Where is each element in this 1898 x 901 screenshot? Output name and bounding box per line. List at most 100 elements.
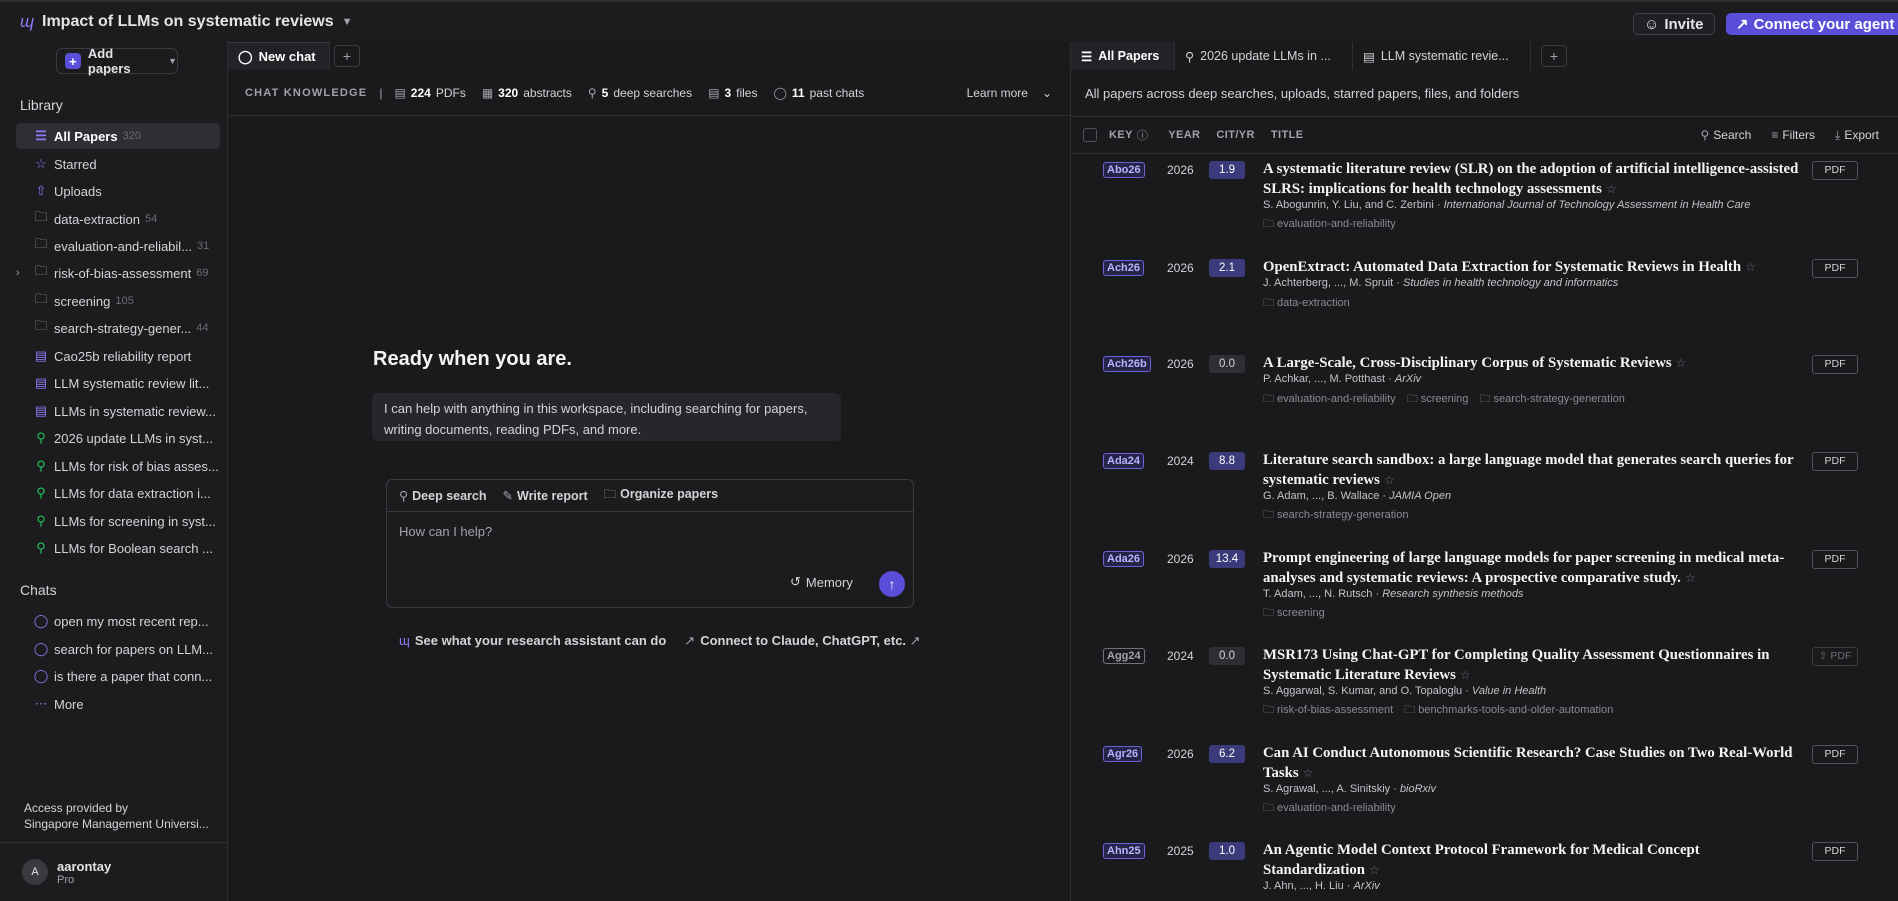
search-papers-button[interactable]: ⚲ Search (1700, 128, 1751, 143)
connect-assistants-link[interactable]: ↗ Connect to Claude, ChatGPT, etc. ↗ (684, 633, 925, 649)
sidebar-folder-risk-of-bias[interactable]: › 🗀 risk-of-bias-assessment 69 (16, 260, 220, 286)
chevron-right-icon[interactable]: › (16, 267, 20, 279)
capabilities-link[interactable]: ɰ See what your research assistant can do (399, 633, 666, 649)
sidebar-more[interactable]: ⋯ More (16, 691, 220, 717)
star-icon[interactable]: ☆ (1369, 863, 1380, 877)
export-button[interactable]: ⤓ Export (1835, 128, 1879, 143)
pdf-button[interactable]: PDF (1812, 259, 1858, 278)
pdf-button[interactable]: PDF (1812, 355, 1858, 374)
folder-tag[interactable]: 🗀 evaluation-and-reliability (1263, 802, 1396, 814)
sidebar-file-cao25b[interactable]: ▤ Cao25b reliability report (16, 343, 220, 369)
sidebar-search-risk-of-bias[interactable]: ⚲ LLMs for risk of bias asses... (16, 453, 220, 479)
pdf-button[interactable]: PDF (1812, 161, 1858, 180)
stat-pdfs[interactable]: ▤ 224 PDFs (394, 86, 465, 100)
pdf-button[interactable]: PDF (1812, 452, 1858, 471)
workspace-title[interactable]: Impact of LLMs on systematic reviews (42, 13, 334, 31)
connect-agent-button[interactable]: ↗ Connect your agent (1726, 13, 1898, 35)
sidebar-chat-item[interactable]: ◯ open my most recent rep... (16, 608, 220, 634)
filters-button[interactable]: ≡ Filters (1771, 128, 1815, 143)
star-icon[interactable]: ☆ (1303, 766, 1314, 780)
column-year[interactable]: YEAR (1168, 129, 1200, 141)
sidebar-file-llms-in-review[interactable]: ▤ LLMs in systematic review... (16, 398, 220, 424)
citation-key[interactable]: Ach26 (1103, 260, 1145, 276)
star-icon[interactable]: ☆ (1676, 356, 1687, 370)
sidebar-chat-item[interactable]: ◯ search for papers on LLM... (16, 636, 220, 662)
paper-title[interactable]: A systematic literature review (SLR) on … (1263, 159, 1808, 199)
citation-key[interactable]: Ada26 (1103, 551, 1145, 567)
invite-button[interactable]: ☺ Invite (1633, 13, 1715, 35)
column-cit-yr[interactable]: CIT/YR (1216, 129, 1254, 141)
sidebar-item-starred[interactable]: ☆ Starred (16, 151, 220, 177)
pdf-button[interactable]: PDF (1812, 550, 1858, 569)
folder-tag[interactable]: 🗀 evaluation-and-reliability (1263, 218, 1396, 230)
citation-key[interactable]: Ahn25 (1103, 843, 1145, 859)
memory-button[interactable]: ↺ Memory (790, 574, 853, 590)
paper-title[interactable]: OpenExtract: Automated Data Extraction f… (1263, 257, 1808, 277)
folder-tag[interactable]: 🗀 search-strategy-generation (1263, 509, 1408, 521)
tab-llm-systematic-review[interactable]: ▤ LLM systematic revie... (1353, 42, 1531, 70)
folder-tag[interactable]: 🗀 screening (1407, 393, 1469, 405)
learn-more-link[interactable]: Learn more ⌄ (967, 86, 1052, 100)
star-icon[interactable]: ☆ (1685, 571, 1696, 585)
column-key[interactable]: KEY (1109, 129, 1133, 141)
paper-title[interactable]: Literature search sandbox: a large langu… (1263, 450, 1808, 490)
star-icon[interactable]: ☆ (1460, 668, 1471, 682)
paper-title[interactable]: Prompt engineering of large language mod… (1263, 548, 1808, 588)
sidebar-chat-item[interactable]: ◯ is there a paper that conn... (16, 663, 220, 689)
sidebar-search-data-extraction[interactable]: ⚲ LLMs for data extraction i... (16, 480, 220, 506)
tab-all-papers[interactable]: ☰ All Papers (1071, 42, 1175, 70)
sidebar-folder-search-strategy[interactable]: 🗀 search-strategy-gener... 44 (16, 315, 220, 341)
write-report-button[interactable]: ✎ Write report (503, 488, 588, 503)
folder-tag[interactable]: 🗀 data-extraction (1263, 297, 1350, 309)
stat-abstracts[interactable]: ▦ 320 abstracts (482, 86, 572, 100)
new-tab-button[interactable]: + (1541, 45, 1567, 67)
citation-key[interactable]: Agr26 (1103, 746, 1143, 762)
new-tab-button[interactable]: + (334, 45, 360, 67)
chat-input[interactable]: How can I help? (399, 524, 492, 539)
star-icon[interactable]: ☆ (1745, 260, 1756, 274)
paper-title[interactable]: An Agentic Model Context Protocol Framew… (1263, 840, 1808, 880)
paper-title[interactable]: MSR173 Using Chat-GPT for Completing Qua… (1263, 645, 1808, 685)
folder-tag[interactable]: 🗀 evaluation-and-reliability (1263, 393, 1396, 405)
sidebar-search-2026-update[interactable]: ⚲ 2026 update LLMs in syst... (16, 425, 220, 451)
tab-2026-update[interactable]: ⚲ 2026 update LLMs in ... (1175, 42, 1353, 70)
folder-tag[interactable]: 🗀 risk-of-bias-assessment (1263, 704, 1393, 716)
organize-papers-button[interactable]: 🗀 Organize papers (604, 485, 718, 506)
paper-title[interactable]: A Large-Scale, Cross-Disciplinary Corpus… (1263, 353, 1808, 373)
sidebar-folder-evaluation[interactable]: 🗀 evaluation-and-reliabil... 31 (16, 233, 220, 259)
folder-tag[interactable]: 🗀 screening (1263, 607, 1325, 619)
chevron-down-icon[interactable]: ▼ (342, 16, 353, 28)
pdf-button[interactable]: PDF (1812, 745, 1858, 764)
star-icon[interactable]: ☆ (1606, 182, 1617, 196)
citation-key[interactable]: Agg24 (1103, 648, 1145, 664)
paper-title[interactable]: Can AI Conduct Autonomous Scientific Res… (1263, 743, 1808, 783)
sidebar-folder-screening[interactable]: 🗀 screening 105 (16, 288, 220, 314)
stat-deep-searches[interactable]: ⚲ 5 deep searches (588, 86, 692, 100)
tab-new-chat[interactable]: ◯ New chat (228, 42, 330, 70)
folder-tag[interactable]: 🗀 search-strategy-generation (1479, 393, 1624, 405)
sidebar-search-screening[interactable]: ⚲ LLMs for screening in syst... (16, 508, 220, 534)
chevron-down-icon: ▼ (168, 56, 177, 66)
select-all-checkbox[interactable] (1083, 128, 1097, 142)
folder-tag[interactable]: 🗀 benchmarks-tools-and-older-automation (1404, 704, 1613, 716)
sidebar-item-uploads[interactable]: ⇧ Uploads (16, 178, 220, 204)
add-papers-button[interactable]: + Add papers ▼ (56, 46, 178, 76)
pdf-button[interactable]: ⇧ PDF (1812, 647, 1858, 666)
citation-key[interactable]: Abo26 (1103, 162, 1145, 178)
stat-files[interactable]: ▤ 3 files (708, 86, 757, 100)
citation-key[interactable]: Ada24 (1103, 453, 1145, 469)
sidebar-folder-data-extraction[interactable]: 🗀 data-extraction 54 (16, 206, 220, 232)
user-menu[interactable]: A aarontay Pro (0, 842, 228, 901)
pdf-button[interactable]: PDF (1812, 842, 1858, 861)
folder-icon: 🗀 (34, 263, 48, 278)
send-button[interactable]: ↑ (879, 571, 905, 597)
deep-search-button[interactable]: ⚲ Deep search (399, 488, 487, 503)
user-plan: Pro (57, 873, 75, 886)
sidebar-item-all-papers[interactable]: ☰ All Papers 320 (16, 123, 220, 149)
stat-past-chats[interactable]: ◯ 11 past chats (773, 86, 864, 100)
citation-key[interactable]: Ach26b (1103, 356, 1151, 372)
sidebar-file-llm-review[interactable]: ▤ LLM systematic review lit... (16, 370, 220, 396)
sidebar-search-boolean[interactable]: ⚲ LLMs for Boolean search ... (16, 535, 220, 561)
star-icon[interactable]: ☆ (1384, 473, 1395, 487)
column-title[interactable]: TITLE (1271, 129, 1304, 141)
